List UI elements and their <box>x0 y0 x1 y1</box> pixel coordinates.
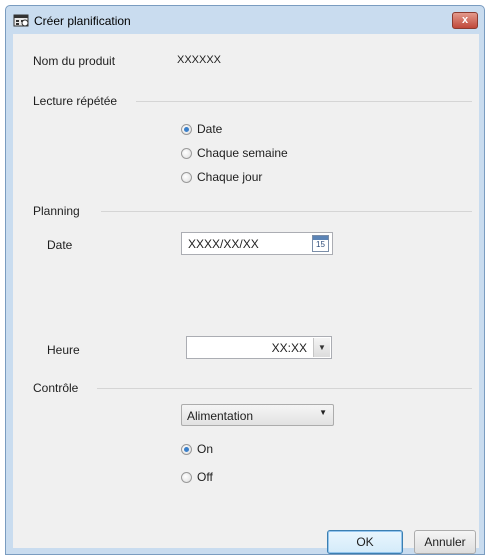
repeat-option-daily[interactable]: Chaque jour <box>181 170 262 184</box>
date-value: XXXX/XX/XX <box>188 237 259 251</box>
radio-button[interactable] <box>181 443 192 455</box>
schedule-app-icon <box>13 14 29 27</box>
window-title: Créer planification <box>34 14 131 28</box>
control-group-label: Contrôle <box>33 381 79 395</box>
control-group-divider <box>97 388 472 389</box>
dialog-body: Nom du produit XXXXXX Lecture répétée Da… <box>13 34 479 554</box>
planning-group-label: Planning <box>33 204 80 218</box>
repeat-group-divider <box>136 101 472 102</box>
ok-button[interactable]: OK <box>327 530 403 554</box>
product-name-label: Nom du produit <box>33 54 116 68</box>
title-bar: Créer planification x <box>6 6 484 34</box>
radio-button[interactable] <box>181 171 192 183</box>
repeat-option-weekly[interactable]: Chaque semaine <box>181 146 288 160</box>
control-option-on-label: On <box>197 442 214 456</box>
repeat-option-date-label: Date <box>197 122 223 136</box>
radio-button[interactable] <box>181 471 192 483</box>
control-option-on[interactable]: On <box>181 442 213 456</box>
time-field[interactable]: XX:XX ▼ <box>186 336 332 359</box>
time-value: XX:XX <box>271 341 307 355</box>
calendar-day: 15 <box>316 240 325 249</box>
control-option-off[interactable]: Off <box>181 470 213 484</box>
product-name-value: XXXXXX <box>177 54 222 66</box>
control-action-select[interactable]: Alimentation ▼ <box>181 404 334 426</box>
radio-button[interactable] <box>181 123 192 135</box>
chevron-down-icon: ▼ <box>319 408 327 417</box>
schedule-dialog: Créer planification x Nom du produit XXX… <box>5 5 485 555</box>
planning-group-divider <box>101 211 472 212</box>
repeat-option-date[interactable]: Date <box>181 122 222 136</box>
date-picker[interactable]: XXXX/XX/XX 15 <box>181 232 333 255</box>
date-label: Date <box>47 238 73 252</box>
chevron-down-icon[interactable]: ▼ <box>313 338 330 357</box>
repeat-group-label: Lecture répétée <box>33 94 118 108</box>
cancel-button[interactable]: Annuler <box>414 530 476 554</box>
repeat-option-daily-label: Chaque jour <box>197 170 263 184</box>
close-button[interactable]: x <box>452 12 478 29</box>
control-option-off-label: Off <box>197 470 213 484</box>
calendar-icon[interactable]: 15 <box>312 235 329 252</box>
close-icon: x <box>461 14 469 26</box>
radio-button[interactable] <box>181 147 192 159</box>
time-label: Heure <box>47 343 80 357</box>
control-action-value: Alimentation <box>187 409 254 423</box>
repeat-option-weekly-label: Chaque semaine <box>197 146 288 160</box>
